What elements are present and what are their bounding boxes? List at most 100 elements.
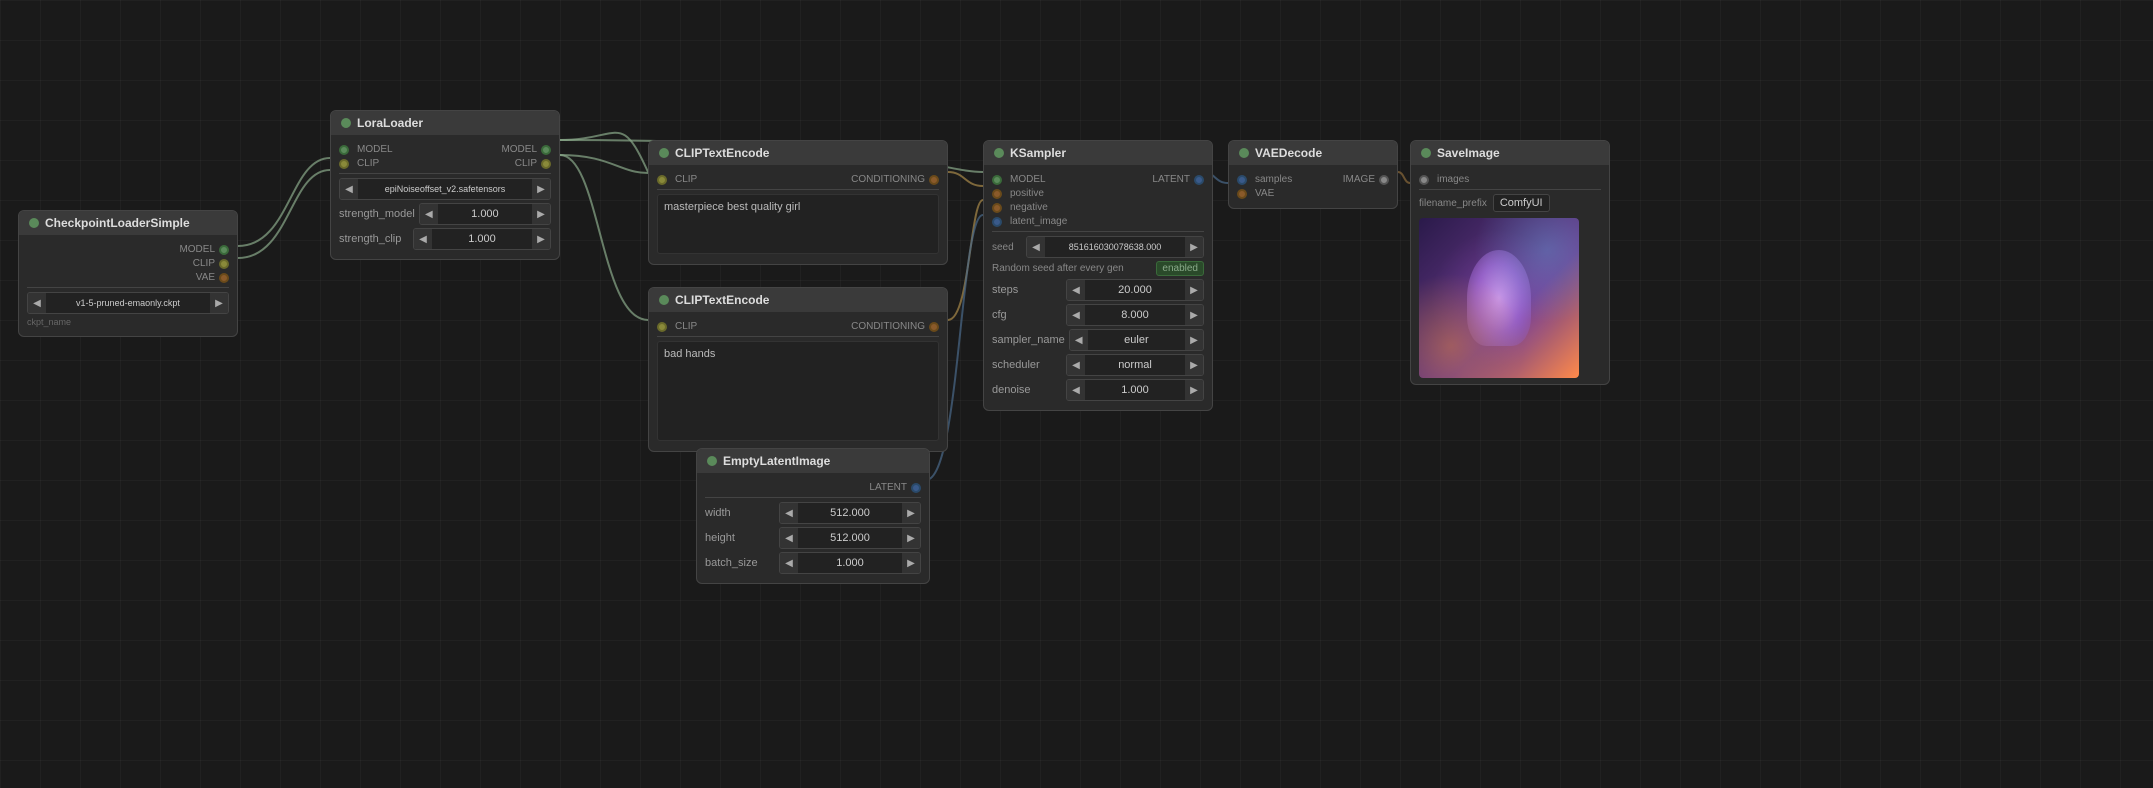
ksampler-negative-in[interactable] [992, 203, 1002, 213]
clip-encode-neg-clip-in[interactable] [657, 322, 667, 332]
sampler-name-stepper[interactable]: ◀ euler ▶ [1069, 329, 1204, 351]
seed-stepper[interactable]: ◀ 851616030078638.000 ▶ [1026, 236, 1204, 258]
clip-encode-pos-cond-label: CONDITIONING [802, 174, 925, 185]
ksampler-negative-label: negative [1006, 202, 1204, 213]
seed-inc[interactable]: ▶ [1185, 237, 1203, 257]
cfg-stepper[interactable]: ◀ 8.000 ▶ [1066, 304, 1204, 326]
width-inc[interactable]: ▶ [902, 503, 920, 523]
scheduler-inc[interactable]: ▶ [1185, 355, 1203, 375]
height-dec[interactable]: ◀ [780, 528, 798, 548]
sampler-name-value: euler [1088, 332, 1185, 348]
lora-clip-out-connector[interactable] [541, 159, 551, 169]
steps-label: steps [992, 284, 1062, 296]
checkpoint-loader-header: CheckpointLoaderSimple [19, 211, 237, 235]
cfg-label: cfg [992, 309, 1062, 321]
cfg-dec[interactable]: ◀ [1067, 305, 1085, 325]
strength-model-dec[interactable]: ◀ [420, 204, 438, 224]
denoise-row: denoise ◀ 1.000 ▶ [992, 379, 1204, 401]
sampler-name-dec[interactable]: ◀ [1070, 330, 1088, 350]
lora-model-row: MODEL MODEL [339, 144, 551, 155]
steps-value: 20.000 [1085, 282, 1185, 298]
model-output-row: MODEL [27, 244, 229, 255]
clip-encode-neg-cond-label: CONDITIONING [802, 321, 925, 332]
strength-clip-dec[interactable]: ◀ [414, 229, 432, 249]
cfg-inc[interactable]: ▶ [1185, 305, 1203, 325]
width-stepper[interactable]: ◀ 512.000 ▶ [779, 502, 921, 524]
clip-output-connector[interactable] [219, 259, 229, 269]
vae-decode-samples-in[interactable] [1237, 175, 1247, 185]
clip-encode-pos-clip-in[interactable] [657, 175, 667, 185]
lora-model-out-label: MODEL [449, 144, 537, 155]
width-dec[interactable]: ◀ [780, 503, 798, 523]
ksampler-model-in[interactable] [992, 175, 1002, 185]
positive-prompt-text[interactable]: masterpiece best quality girl [657, 194, 939, 254]
steps-dec[interactable]: ◀ [1067, 280, 1085, 300]
save-image-images-in[interactable] [1419, 175, 1429, 185]
latent-out-connector[interactable] [911, 483, 921, 493]
model-output-connector[interactable] [219, 245, 229, 255]
lora-name-next[interactable]: ▶ [532, 179, 550, 199]
lora-model-in-connector[interactable] [339, 145, 349, 155]
strength-clip-inc[interactable]: ▶ [532, 229, 550, 249]
clip-encode-pos-cond-out[interactable] [929, 175, 939, 185]
scheduler-stepper[interactable]: ◀ normal ▶ [1066, 354, 1204, 376]
save-image-title: SaveImage [1437, 146, 1500, 160]
clip-encode-negative-header: CLIPTextEncode [649, 288, 947, 312]
filename-prefix-value[interactable]: ComfyUI [1493, 194, 1550, 212]
batch-size-value: 1.000 [798, 555, 902, 571]
empty-latent-image-node: EmptyLatentImage LATENT width ◀ 512.000 … [696, 448, 930, 584]
denoise-stepper[interactable]: ◀ 1.000 ▶ [1066, 379, 1204, 401]
batch-size-stepper[interactable]: ◀ 1.000 ▶ [779, 552, 921, 574]
ckpt-name-stepper[interactable]: ◀ v1-5-pruned-emaonly.ckpt ▶ [27, 292, 229, 314]
batch-size-dec[interactable]: ◀ [780, 553, 798, 573]
scheduler-dec[interactable]: ◀ [1067, 355, 1085, 375]
vae-decode-image-out[interactable] [1379, 175, 1389, 185]
height-row: height ◀ 512.000 ▶ [705, 527, 921, 549]
sampler-name-inc[interactable]: ▶ [1185, 330, 1203, 350]
width-value: 512.000 [798, 505, 902, 521]
clip-text-encode-negative-node: CLIPTextEncode CLIP CONDITIONING bad han… [648, 287, 948, 452]
empty-latent-title: EmptyLatentImage [723, 454, 830, 468]
negative-prompt-text[interactable]: bad hands [657, 341, 939, 441]
seed-value: 851616030078638.000 [1045, 240, 1185, 254]
height-stepper[interactable]: ◀ 512.000 ▶ [779, 527, 921, 549]
random-seed-label: Random seed after every gen [992, 263, 1124, 274]
ksampler-latent-in[interactable] [992, 217, 1002, 227]
ksampler-header: KSampler [984, 141, 1212, 165]
steps-inc[interactable]: ▶ [1185, 280, 1203, 300]
strength-clip-label: strength_clip [339, 233, 409, 245]
batch-size-label: batch_size [705, 557, 775, 569]
save-image-images-row: images [1419, 174, 1601, 185]
vae-decode-node: VAEDecode samples IMAGE VAE [1228, 140, 1398, 209]
vae-decode-vae-row: VAE [1237, 188, 1389, 199]
strength-clip-stepper[interactable]: ◀ 1.000 ▶ [413, 228, 551, 250]
lora-name-value: epiNoiseoffset_v2.safetensors [358, 182, 532, 196]
height-inc[interactable]: ▶ [902, 528, 920, 548]
batch-size-inc[interactable]: ▶ [902, 553, 920, 573]
vae-decode-vae-in[interactable] [1237, 189, 1247, 199]
lora-loader-title: LoraLoader [357, 116, 423, 130]
lora-clip-in-connector[interactable] [339, 159, 349, 169]
latent-out-label: LATENT [705, 482, 907, 493]
ckpt-name-next[interactable]: ▶ [210, 293, 228, 313]
random-seed-badge[interactable]: enabled [1156, 261, 1204, 276]
lora-name-prev[interactable]: ◀ [340, 179, 358, 199]
vae-output-connector[interactable] [219, 273, 229, 283]
clip-encode-neg-cond-out[interactable] [929, 322, 939, 332]
denoise-inc[interactable]: ▶ [1185, 380, 1203, 400]
steps-stepper[interactable]: ◀ 20.000 ▶ [1066, 279, 1204, 301]
ksampler-model-row: MODEL LATENT [992, 174, 1204, 185]
denoise-dec[interactable]: ◀ [1067, 380, 1085, 400]
vae-decode-dot [1239, 148, 1249, 158]
clip-encode-positive-header: CLIPTextEncode [649, 141, 947, 165]
vae-output-label: VAE [27, 272, 215, 283]
strength-model-stepper[interactable]: ◀ 1.000 ▶ [419, 203, 551, 225]
ksampler-positive-in[interactable] [992, 189, 1002, 199]
seed-dec[interactable]: ◀ [1027, 237, 1045, 257]
lora-model-out-connector[interactable] [541, 145, 551, 155]
strength-model-inc[interactable]: ▶ [532, 204, 550, 224]
ksampler-positive-row: positive [992, 188, 1204, 199]
ckpt-name-prev[interactable]: ◀ [28, 293, 46, 313]
ksampler-latent-out[interactable] [1194, 175, 1204, 185]
lora-name-stepper[interactable]: ◀ epiNoiseoffset_v2.safetensors ▶ [339, 178, 551, 200]
